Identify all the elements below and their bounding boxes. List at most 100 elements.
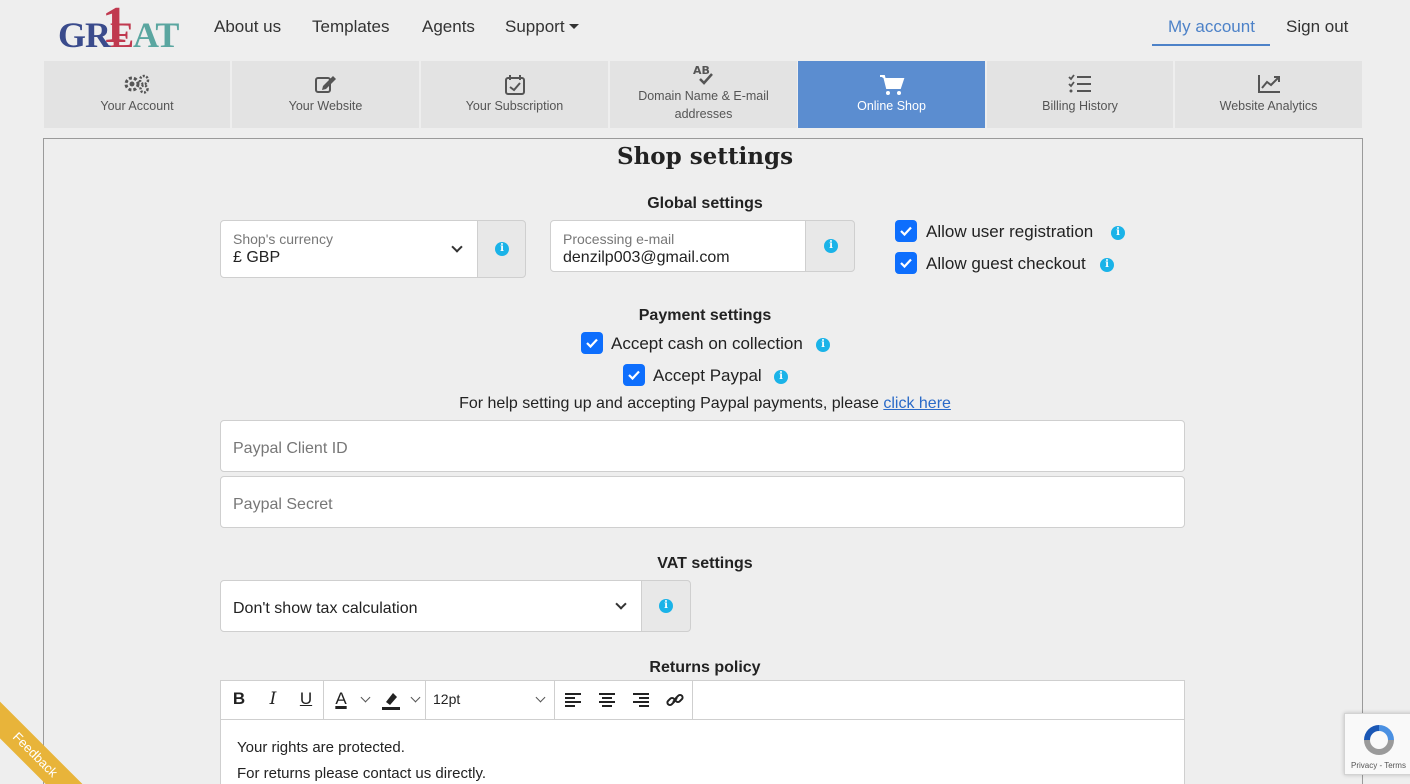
- recaptcha-icon: [1364, 725, 1394, 755]
- nav-about-us[interactable]: About us: [214, 17, 281, 37]
- chevron-down-icon: [615, 598, 627, 610]
- processing-email-field[interactable]: Processing e-mail denzilp003@gmail.com: [550, 220, 806, 272]
- tab-your-website[interactable]: Your Website: [232, 61, 419, 128]
- global-settings-heading: Global settings: [647, 195, 763, 212]
- link-icon[interactable]: [665, 690, 685, 710]
- active-nav-underline: [1152, 44, 1270, 46]
- nav-support-label: Support: [505, 17, 565, 36]
- info-icon[interactable]: i: [824, 239, 838, 253]
- highlight-icon[interactable]: [381, 690, 401, 710]
- tab-website-analytics[interactable]: Website Analytics: [1175, 61, 1362, 128]
- chart-line-icon: [1257, 75, 1280, 93]
- tab-online-shop[interactable]: Online Shop: [798, 61, 985, 128]
- vat-value: Don't show tax calculation: [233, 600, 418, 617]
- account-tabbar: Your Account Your Website Your Subscript…: [44, 61, 1362, 128]
- allow-guest-checkbox[interactable]: [895, 252, 917, 274]
- align-center-icon[interactable]: [598, 692, 616, 708]
- paypal-help-text: For help setting up and accepting Paypal…: [0, 395, 1410, 413]
- align-right-icon[interactable]: [632, 692, 650, 708]
- nav-support[interactable]: Support: [505, 17, 579, 37]
- font-size-select[interactable]: 12pt: [433, 691, 460, 713]
- returns-policy-heading: Returns policy: [649, 659, 761, 676]
- paypal-help-link[interactable]: click here: [883, 395, 951, 412]
- nav-my-account[interactable]: My account: [1168, 17, 1255, 37]
- info-icon[interactable]: i: [774, 370, 788, 384]
- underline-icon[interactable]: U: [298, 689, 314, 711]
- tab-billing-history[interactable]: Billing History: [987, 61, 1173, 128]
- calendar-check-icon: [504, 75, 525, 95]
- gears-icon: [124, 74, 150, 94]
- page-title: Shop settings: [616, 143, 794, 170]
- chevron-down-icon[interactable]: [360, 692, 371, 703]
- accept-paypal-checkbox[interactable]: [623, 364, 645, 386]
- currency-info-addon: i: [477, 220, 526, 278]
- tab-label: Your Account: [100, 99, 174, 113]
- logo[interactable]: GREAT 1: [58, 0, 179, 55]
- accept-cash-label: Accept cash on collection: [611, 334, 803, 353]
- accept-paypal-label: Accept Paypal: [653, 366, 762, 385]
- info-icon[interactable]: i: [816, 338, 830, 352]
- editor-line[interactable]: Your rights are protected.: [237, 739, 405, 756]
- vat-info-addon: i: [641, 580, 691, 632]
- check-icon: [900, 226, 912, 237]
- toolbar-divider: [323, 681, 324, 720]
- toolbar-divider: [425, 681, 426, 720]
- recaptcha-badge[interactable]: Privacy - Terms: [1344, 713, 1410, 775]
- nav-sign-out[interactable]: Sign out: [1286, 17, 1348, 37]
- payment-settings-heading: Payment settings: [638, 307, 772, 324]
- top-navbar: GREAT 1 About us Templates Agents Suppor…: [0, 0, 1410, 58]
- paypal-help-prefix: For help setting up and accepting Paypal…: [459, 395, 884, 412]
- vat-select[interactable]: Don't show tax calculation: [220, 580, 642, 632]
- align-left-icon[interactable]: [564, 692, 582, 708]
- allow-guest-label: Allow guest checkout: [926, 254, 1086, 273]
- tab-label: Your Subscription: [465, 99, 564, 113]
- info-icon[interactable]: i: [1100, 258, 1114, 272]
- tab-your-account[interactable]: Your Account: [44, 61, 230, 128]
- italic-icon[interactable]: I: [265, 689, 281, 711]
- list-check-icon: [1068, 74, 1091, 93]
- toolbar-divider: [554, 681, 555, 720]
- tab-your-subscription[interactable]: Your Subscription: [421, 61, 608, 128]
- allow-registration-checkbox[interactable]: [895, 220, 917, 242]
- email-info-addon: i: [805, 220, 855, 272]
- check-icon: [628, 370, 640, 381]
- email-label: Processing e-mail: [563, 231, 675, 247]
- tab-label: Website Analytics: [1219, 99, 1318, 113]
- accept-cash-checkbox[interactable]: [581, 332, 603, 354]
- chevron-down-icon[interactable]: [535, 692, 546, 703]
- nav-agents[interactable]: Agents: [422, 17, 475, 37]
- check-icon: [586, 338, 598, 349]
- paypal-secret-input[interactable]: Paypal Secret: [220, 476, 1185, 528]
- currency-label: Shop's currency: [233, 231, 333, 247]
- info-icon[interactable]: i: [659, 599, 673, 613]
- cart-icon: [879, 75, 904, 95]
- editor-line[interactable]: For returns please contact us directly.: [237, 765, 486, 782]
- allow-registration-label: Allow user registration: [926, 222, 1094, 241]
- currency-select[interactable]: Shop's currency £ GBP: [220, 220, 478, 278]
- tab-label: Online Shop: [857, 99, 926, 113]
- recaptcha-links[interactable]: Privacy - Terms: [1351, 761, 1406, 770]
- vat-settings-heading: VAT settings: [657, 555, 753, 572]
- chevron-down-icon: [451, 241, 463, 253]
- info-icon[interactable]: i: [495, 242, 509, 256]
- toolbar-divider: [692, 681, 693, 720]
- nav-templates[interactable]: Templates: [312, 17, 389, 37]
- edit-icon: [314, 76, 336, 93]
- tab-domain-email[interactable]: AB Domain Name & E-mail addresses: [610, 61, 797, 128]
- info-icon[interactable]: i: [1111, 226, 1125, 240]
- bold-icon[interactable]: B: [231, 689, 247, 711]
- svg-text:AB: AB: [693, 64, 710, 77]
- logo-one: 1: [102, 0, 128, 54]
- spellcheck-icon: AB: [693, 64, 713, 85]
- tab-label: Domain Name & E-mail addresses: [638, 89, 769, 121]
- chevron-down-icon[interactable]: [410, 692, 421, 703]
- currency-value: £ GBP: [233, 249, 281, 266]
- text-color-icon[interactable]: A: [331, 689, 351, 711]
- paypal-client-id-placeholder: Paypal Client ID: [233, 440, 348, 457]
- editor-toolbar: B I U A 12pt: [221, 681, 1184, 720]
- tab-label: Billing History: [1042, 99, 1118, 113]
- returns-policy-editor: B I U A 12pt Your rights are protected. …: [220, 680, 1185, 784]
- email-value: denzilp003@gmail.com: [563, 249, 730, 266]
- paypal-client-id-input[interactable]: Paypal Client ID: [220, 420, 1185, 472]
- caret-down-icon: [568, 24, 579, 29]
